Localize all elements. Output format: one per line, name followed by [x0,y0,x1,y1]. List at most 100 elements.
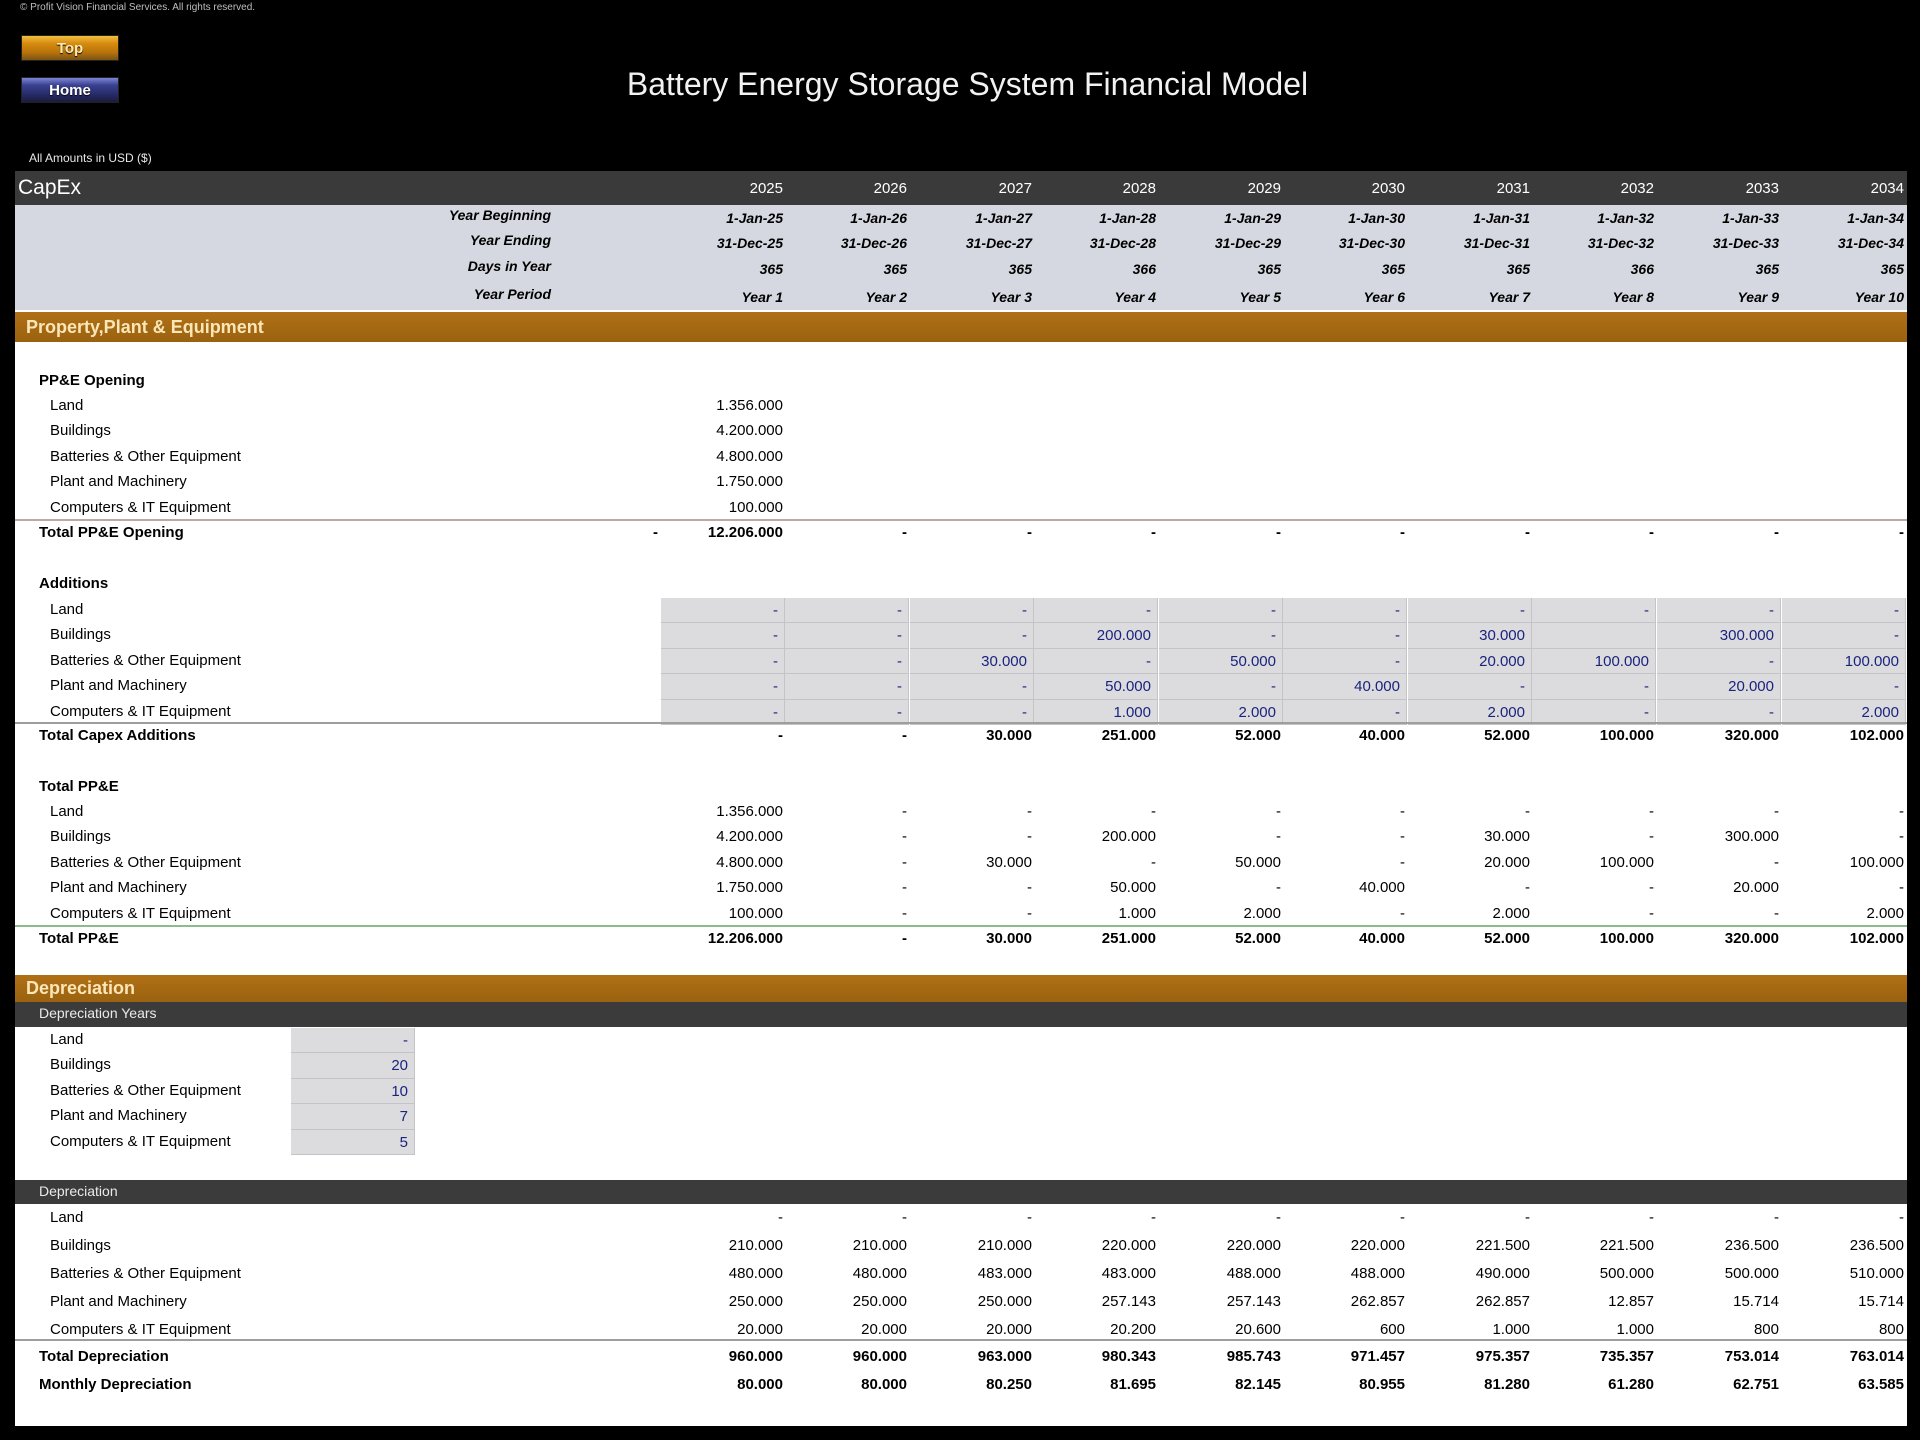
additions-input-cell[interactable]: - [1159,598,1283,624]
additions-input-cell[interactable]: 40.000 [1283,674,1407,700]
sheet-title: CapEx [18,176,82,199]
timeline-year-ending: 31-Dec-30 [1338,235,1405,251]
additions-input-cell[interactable]: 300.000 [1657,623,1781,649]
total-ppe-value: - [1899,803,1904,820]
total-capex-additions-label: Total Capex Additions [39,727,196,744]
additions-label: Computers & IT Equipment [50,702,231,720]
additions-heading: Additions [39,575,109,592]
additions-input-cell[interactable]: - [1283,598,1407,624]
additions-input-cell[interactable]: - [1532,674,1656,700]
additions-input-cell[interactable]: 20.000 [1408,648,1532,675]
additions-input-cell[interactable]: - [1159,674,1283,700]
additions-input-cell[interactable]: - [661,648,785,675]
total-ppe-total-value: 12.206.000 [707,930,783,947]
additions-input-cell[interactable] [1532,623,1656,649]
depreciation-years-input[interactable]: 5 [291,1129,415,1155]
depreciation-years-input[interactable]: - [291,1028,415,1054]
additions-input-cell[interactable]: 50.000 [1034,674,1158,700]
total-ppe-value: - [1525,803,1530,820]
total-ppe-value: - [1151,803,1156,820]
depreciation-years-input[interactable]: 20 [291,1053,415,1079]
total-ppe-value: 100.000 [1849,853,1904,871]
total-ppe-value: 2.000 [1243,904,1281,922]
additions-input-cell[interactable]: - [1657,648,1781,675]
additions-input-cell[interactable]: 50.000 [1159,648,1283,675]
timeline-year-ending: 31-Dec-28 [1089,235,1156,251]
additions-input-cell[interactable]: 30.000 [1408,623,1532,649]
additions-input-cell[interactable]: 100.000 [1532,648,1656,675]
additions-input-cell[interactable]: - [1034,598,1158,624]
total-ppe-value: - [1400,828,1405,846]
additions-input-cell[interactable]: - [910,598,1034,624]
timeline-days-in-year: 366 [1132,261,1156,277]
ppe-opening-heading: PP&E Opening [39,372,145,389]
depreciation-value: - [1649,1209,1654,1226]
total-ppe-value: 50.000 [1110,879,1156,897]
monthly-depreciation-value: 82.145 [1235,1376,1281,1393]
total-ppe-opening-value: - [1027,524,1032,541]
ppe-opening-value: 4.800.000 [716,447,783,465]
additions-input-cell[interactable]: 30.000 [910,648,1034,675]
depreciation-value: 510.000 [1849,1265,1904,1282]
total-ppe-opening-value: - [902,524,907,541]
depreciation-schedule-bar: Depreciation [15,1180,1907,1204]
additions-input-cell[interactable]: - [661,674,785,700]
timeline-year-beginning: 1-Jan-26 [850,210,907,226]
additions-input-cell[interactable]: - [910,674,1034,700]
additions-input-cell[interactable]: - [785,623,909,649]
timeline-year-beginning: 1-Jan-33 [1722,210,1779,226]
depreciation-value: 257.143 [1101,1293,1156,1310]
monthly-depreciation-value: 80.955 [1359,1376,1405,1393]
additions-input-cell[interactable]: - [1782,623,1906,649]
additions-input-cell[interactable]: - [1782,674,1906,700]
additions-input-cell[interactable]: - [1283,623,1407,649]
capex-sheet: CapEx 2025 2026 2027 2028 2029 2030 2031 2032 20… [15,171,1907,1426]
additions-input-cell[interactable]: - [910,623,1034,649]
ppe-section-title: Property,Plant & Equipment [26,317,264,337]
additions-input-cell[interactable]: - [661,623,785,649]
additions-input-cell[interactable]: - [1408,598,1532,624]
depreciation-years-input[interactable]: 10 [291,1078,415,1105]
additions-input-cell[interactable]: 200.000 [1034,623,1158,649]
additions-input-cell[interactable]: - [1034,648,1158,675]
additions-label: Land [50,601,84,618]
total-ppe-value: - [1649,879,1654,897]
additions-input-cell[interactable]: - [1657,598,1781,624]
total-ppe-total-value: 251.000 [1101,930,1156,947]
top-button[interactable]: Top [21,35,119,61]
total-ppe-value: 1.750.000 [716,879,783,897]
total-ppe-label: Buildings [50,828,111,846]
additions-input-cell[interactable]: - [1283,648,1407,675]
depreciation-value: - [1027,1209,1032,1226]
additions-input-cell[interactable]: - [661,598,785,624]
timeline-days-in-year: 365 [1755,261,1779,277]
total-depreciation-value: 980.343 [1101,1348,1156,1365]
timeline-year-ending: 31-Dec-26 [840,235,907,251]
additions-input-cell[interactable]: - [1782,598,1906,624]
additions-input-cell[interactable]: - [1408,674,1532,700]
additions-input-cell[interactable]: - [785,648,909,675]
depreciation-value: 250.000 [728,1293,783,1310]
timeline-year-beginning: 1-Jan-34 [1847,210,1904,226]
additions-input-cell[interactable]: - [785,674,909,700]
total-capex-additions-value: - [902,727,907,744]
additions-input-cell[interactable]: - [1159,623,1283,649]
additions-input-cell[interactable]: 20.000 [1657,674,1781,700]
timeline-days-in-year: 365 [1506,261,1530,277]
timeline-label-year-beginning: Year Beginning [448,207,551,223]
depreciation-value: 800 [1878,1321,1904,1338]
total-ppe-value: - [1774,904,1779,922]
total-ppe-value: - [1400,803,1405,820]
total-ppe-heading: Total PP&E [39,778,119,795]
additions-input-cell[interactable]: 100.000 [1782,648,1906,675]
additions-input-cell[interactable]: - [785,598,909,624]
total-ppe-opening-value: - [1649,524,1654,541]
depreciation-value: 800 [1753,1321,1779,1338]
timeline-days-in-year: 366 [1630,261,1654,277]
depreciation-value: 210.000 [728,1237,783,1254]
additions-input-cell[interactable]: - [1532,598,1656,624]
total-ppe-opening-value: - [1276,524,1281,541]
total-ppe-total-value: 102.000 [1849,930,1904,947]
depreciation-years-input[interactable]: 7 [291,1104,415,1130]
total-ppe-label: Plant and Machinery [50,879,187,897]
